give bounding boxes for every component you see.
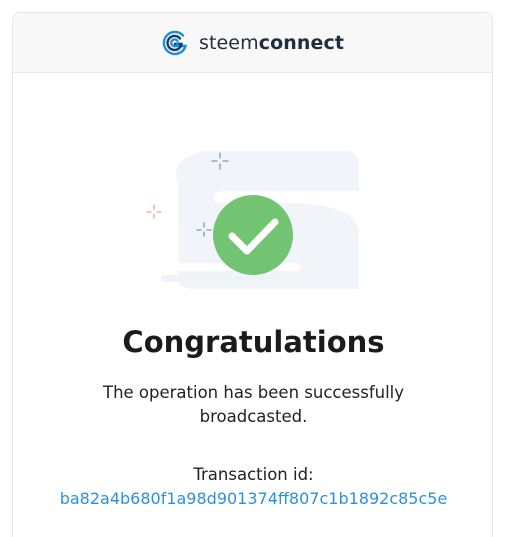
result-card: steemconnect Congratulations The operati…: [12, 12, 493, 537]
status-message: The operation has been successfully broa…: [102, 383, 405, 426]
card-header: steemconnect: [13, 13, 492, 73]
brand-name: steemconnect: [199, 32, 344, 54]
transaction-label: Transaction id:: [193, 465, 314, 484]
page-title: Congratulations: [122, 325, 385, 359]
steemconnect-logo[interactable]: steemconnect: [161, 29, 344, 57]
transaction-id-link[interactable]: ba82a4b680f1a98d901374ff807c1b1892c85c5e: [13, 489, 492, 508]
page: steemconnect Congratulations The operati…: [0, 0, 507, 537]
brand-name-bold: connect: [258, 31, 345, 54]
success-checkmark-icon: [213, 195, 293, 275]
success-illustration: [146, 151, 359, 289]
brand-name-regular: steem: [198, 31, 259, 54]
steemconnect-logo-icon: [162, 30, 188, 55]
